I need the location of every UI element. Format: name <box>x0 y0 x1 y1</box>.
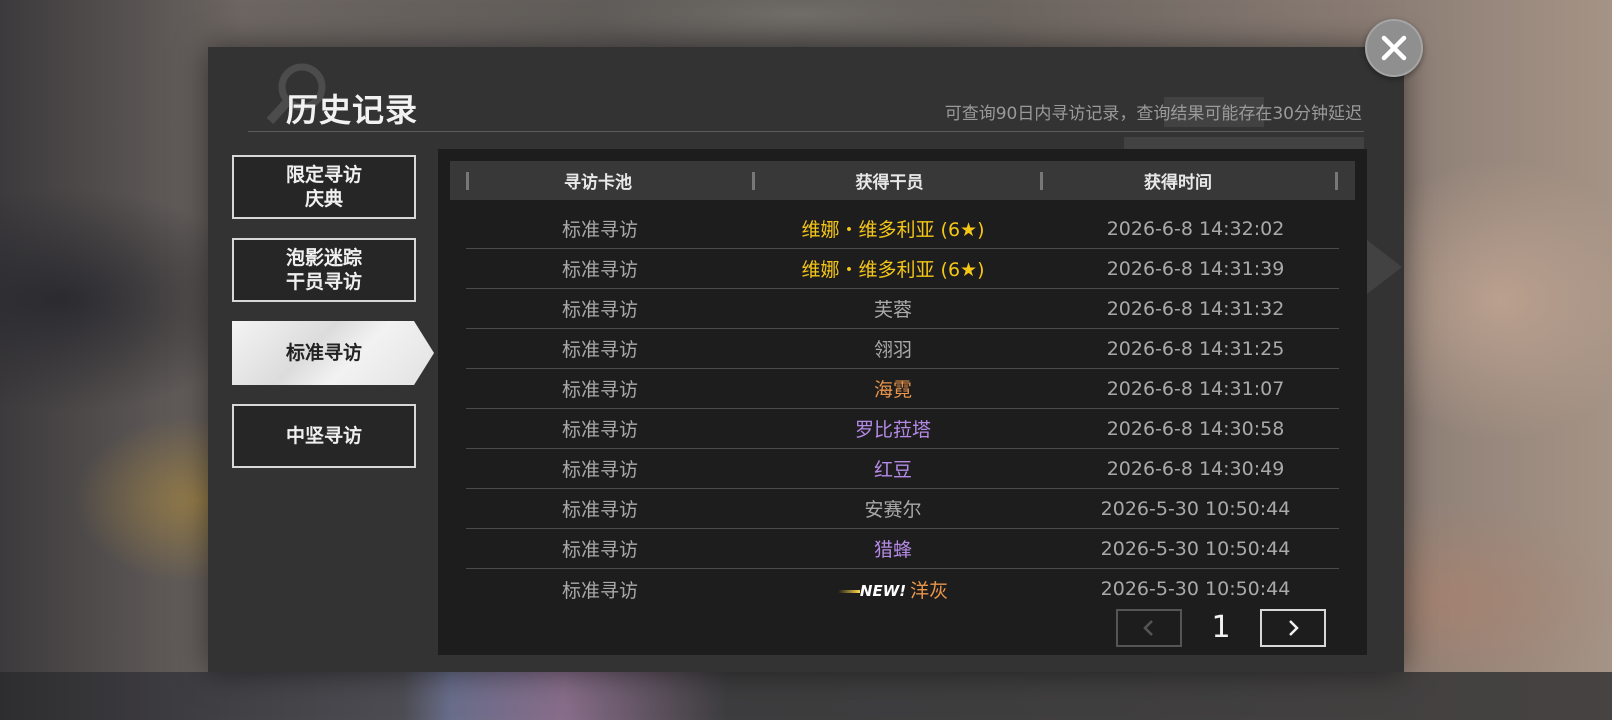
background-strip <box>0 672 1612 720</box>
cell-pool: 标准寻访 <box>561 459 638 481</box>
table-row: 标准寻访 维娜・维多利亚 (6★) 2026-6-8 14:31:39 <box>466 249 1339 289</box>
cell-operator: 罗比菈塔 <box>734 415 1052 442</box>
cell-pool: 标准寻访 <box>561 579 638 602</box>
records-table: 寻访卡池 获得干员 获得时间 标准寻访 维娜・维多利亚 (6★) 2026-6-8 … <box>438 149 1367 655</box>
chevron-left-icon <box>1143 620 1153 636</box>
table-row: 标准寻访 安赛尔 2026-5-30 10:50:44 <box>466 489 1339 529</box>
cell-time: 2026-6-8 14:30:58 <box>1106 417 1285 440</box>
operator-name: 维娜・维多利亚 (6★) <box>801 259 985 281</box>
cell-operator: 维娜・维多利亚 (6★) <box>734 255 1052 282</box>
cell-operator: NEW! 洋灰 <box>734 576 1052 603</box>
table-row: 标准寻访 罗比菈塔 2026-6-8 14:30:58 <box>466 409 1339 449</box>
cell-time: 2026-6-8 14:31:25 <box>1106 337 1285 360</box>
next-page-button[interactable] <box>1260 609 1326 647</box>
operator-name: 罗比菈塔 <box>854 419 931 441</box>
operator-name: 翎羽 <box>873 339 912 361</box>
close-button[interactable] <box>1365 19 1423 77</box>
cell-operator: 安赛尔 <box>734 495 1052 522</box>
header-separator <box>1335 172 1338 190</box>
header-pool: 寻访卡池 <box>564 173 632 193</box>
cell-time: 2026-6-8 14:31:32 <box>1106 297 1285 320</box>
cell-operator: 维娜・维多利亚 (6★) <box>734 215 1052 242</box>
operator-name: 红豆 <box>873 459 912 481</box>
header-operator: 获得干员 <box>855 173 924 193</box>
table-row: 标准寻访 海霓 2026-6-8 14:31:07 <box>466 369 1339 409</box>
close-icon <box>1381 35 1407 61</box>
history-dialog: 历史记录 可查询90日内寻访记录，查询结果可能存在30分钟延迟 限定寻访 庆典 … <box>208 47 1404 672</box>
title-divider <box>248 131 1364 132</box>
cell-operator: 翎羽 <box>734 335 1052 362</box>
cell-time: 2026-5-30 10:50:44 <box>1100 497 1291 520</box>
operator-name: 海霓 <box>873 379 912 401</box>
page-number: 1 <box>1211 610 1231 645</box>
cell-operator: 红豆 <box>734 455 1052 482</box>
cell-pool: 标准寻访 <box>561 339 638 361</box>
cell-time: 2026-6-8 14:31:07 <box>1106 377 1285 400</box>
tab-bubble-operator[interactable]: 泡影迷踪 干员寻访 <box>232 238 416 302</box>
operator-name: 芙蓉 <box>873 299 912 321</box>
cell-time: 2026-5-30 10:50:44 <box>1100 537 1291 560</box>
operator-name: 维娜・维多利亚 (6★) <box>801 219 985 241</box>
cell-pool: 标准寻访 <box>561 299 638 321</box>
tab-limited-celebration[interactable]: 限定寻访 庆典 <box>232 155 416 219</box>
table-row: 标准寻访 NEW! 洋灰 2026-5-30 10:50:44 <box>466 569 1339 609</box>
cell-time: 2026-6-8 14:32:02 <box>1106 217 1285 240</box>
table-row: 标准寻访 猎蜂 2026-5-30 10:50:44 <box>466 529 1339 569</box>
table-row: 标准寻访 芙蓉 2026-6-8 14:31:32 <box>466 289 1339 329</box>
operator-name: 洋灰 <box>910 579 949 602</box>
cell-pool: 标准寻访 <box>561 259 638 281</box>
table-row: 标准寻访 红豆 2026-6-8 14:30:49 <box>466 449 1339 489</box>
dialog-title: 历史记录 <box>286 91 419 129</box>
operator-name: 猎蜂 <box>873 539 912 561</box>
cell-time: 2026-6-8 14:31:39 <box>1106 257 1285 280</box>
pagination: 1 <box>1116 609 1326 647</box>
tab-kernel[interactable]: 中坚寻访 <box>232 404 416 468</box>
chevron-right-icon <box>1289 620 1299 636</box>
tab-standard[interactable]: 标准寻访 <box>232 321 434 385</box>
cell-pool: 标准寻访 <box>561 539 638 561</box>
cell-operator: 海霓 <box>734 375 1052 402</box>
cell-time: 2026-5-30 10:50:44 <box>1100 578 1291 600</box>
cell-pool: 标准寻访 <box>561 379 638 401</box>
table-header: 寻访卡池 获得干员 获得时间 <box>450 161 1355 200</box>
cell-operator: 猎蜂 <box>734 535 1052 562</box>
cell-pool: 标准寻访 <box>561 419 638 441</box>
new-badge: NEW! <box>837 582 906 600</box>
header-time: 获得时间 <box>1144 173 1212 193</box>
table-body: 标准寻访 维娜・维多利亚 (6★) 2026-6-8 14:32:02 标准寻访 维娜・… <box>466 209 1339 609</box>
table-row: 标准寻访 翎羽 2026-6-8 14:31:25 <box>466 329 1339 369</box>
dialog-subtitle: 可查询90日内寻访记录，查询结果可能存在30分钟延迟 <box>944 104 1362 124</box>
prev-page-button[interactable] <box>1116 609 1182 647</box>
cell-time: 2026-6-8 14:30:49 <box>1106 457 1285 480</box>
cell-operator: 芙蓉 <box>734 295 1052 322</box>
cell-pool: 标准寻访 <box>561 219 638 241</box>
operator-name: 安赛尔 <box>864 499 922 521</box>
cell-pool: 标准寻访 <box>561 499 638 521</box>
table-row: 标准寻访 维娜・维多利亚 (6★) 2026-6-8 14:32:02 <box>466 209 1339 249</box>
